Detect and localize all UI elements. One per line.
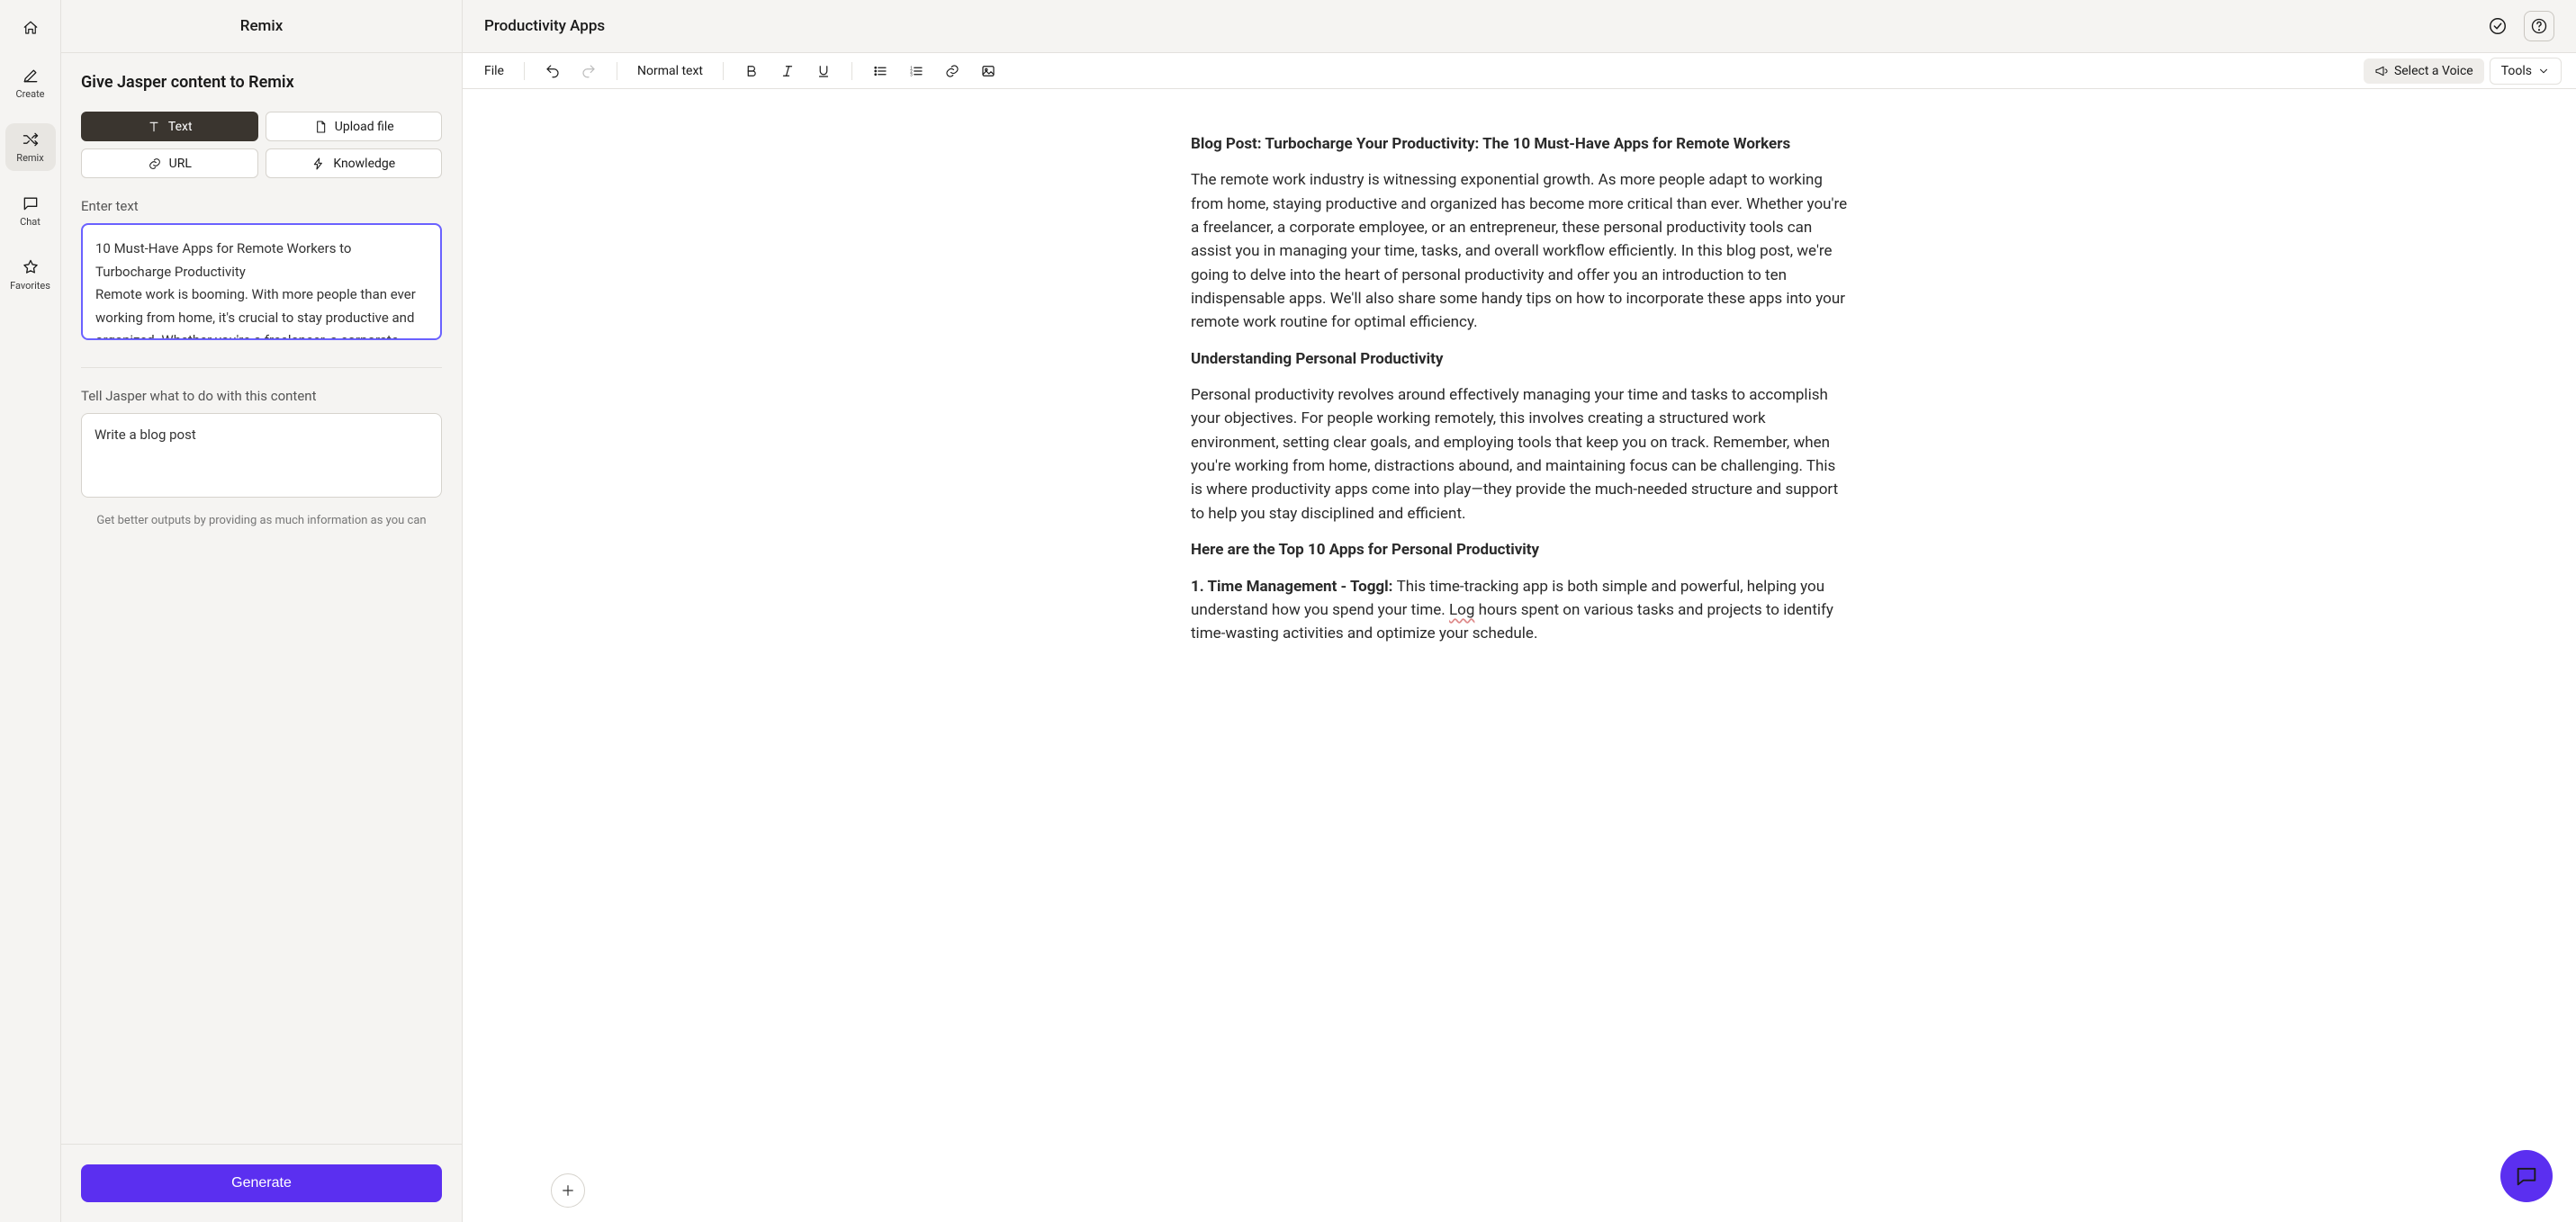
section-heading: Here are the Top 10 Apps for Personal Pr…: [1191, 541, 1539, 559]
icon-sidebar: Create Remix Chat Favorites: [0, 0, 61, 1222]
tools-menu[interactable]: Tools: [2490, 58, 2562, 85]
text-icon: [147, 120, 161, 134]
link-icon: [944, 63, 960, 79]
nav-favorites[interactable]: Favorites: [5, 251, 56, 299]
svg-text:3: 3: [910, 72, 913, 77]
plus-icon: [560, 1182, 576, 1199]
section-heading: Understanding Personal Productivity: [1191, 350, 1443, 368]
redo-button[interactable]: [573, 59, 604, 83]
input-type-upload[interactable]: Upload file: [266, 112, 443, 141]
input-type-url[interactable]: URL: [81, 148, 258, 178]
italic-button[interactable]: [772, 59, 803, 83]
nav-chat-label: Chat: [20, 216, 41, 228]
input-type-knowledge[interactable]: Knowledge: [266, 148, 443, 178]
add-block-button[interactable]: [551, 1173, 585, 1208]
nav-favorites-label: Favorites: [10, 280, 50, 292]
link-icon: [148, 157, 162, 171]
underline-button[interactable]: [808, 59, 839, 83]
nav-remix[interactable]: Remix: [5, 123, 56, 171]
document-title: Productivity Apps: [484, 17, 2482, 35]
text-style-select[interactable]: Normal text: [630, 60, 710, 82]
instruction-label: Tell Jasper what to do with this content: [81, 388, 442, 404]
spellcheck-mark: Log: [1449, 601, 1474, 619]
pencil-icon: [22, 67, 40, 85]
redo-icon: [581, 63, 597, 79]
editor-panel: Productivity Apps File Normal text: [463, 0, 2576, 1222]
editor-toolbar: File Normal text 123 Select a Voice Tool…: [463, 53, 2576, 89]
chevron-down-icon: [2537, 65, 2550, 77]
bold-icon: [743, 63, 760, 79]
underline-icon: [815, 63, 832, 79]
image-icon: [980, 63, 996, 79]
nav-chat[interactable]: Chat: [5, 187, 56, 235]
nav-create[interactable]: Create: [5, 59, 56, 107]
check-button[interactable]: [2482, 11, 2513, 41]
number-list-button[interactable]: 123: [901, 59, 932, 83]
content-textarea[interactable]: [81, 223, 442, 340]
list-item: 1. Time Management - Toggl: This time-tr…: [1191, 575, 1848, 646]
help-button[interactable]: [2524, 11, 2554, 41]
megaphone-icon: [2374, 64, 2389, 78]
chat-fab[interactable]: [2500, 1150, 2553, 1202]
bold-button[interactable]: [736, 59, 767, 83]
input-type-text[interactable]: Text: [81, 112, 258, 141]
link-button[interactable]: [937, 59, 968, 83]
editor-content[interactable]: Blog Post: Turbocharge Your Productivity…: [463, 89, 2576, 1222]
input-type-selector: Text Upload file URL Knowledge: [81, 112, 442, 178]
divider: [81, 367, 442, 368]
generate-button[interactable]: Generate: [81, 1164, 442, 1202]
nav-remix-label: Remix: [16, 152, 43, 164]
file-icon: [313, 120, 328, 134]
hint-text: Get better outputs by providing as much …: [81, 514, 442, 527]
enter-text-label: Enter text: [81, 198, 442, 214]
paragraph: The remote work industry is witnessing e…: [1191, 168, 1848, 334]
undo-button[interactable]: [537, 59, 568, 83]
bolt-icon: [311, 157, 326, 171]
undo-icon: [545, 63, 561, 79]
file-menu[interactable]: File: [477, 60, 511, 82]
help-icon: [2530, 17, 2548, 35]
image-button[interactable]: [973, 59, 1004, 83]
blog-title: Blog Post: Turbocharge Your Productivity…: [1191, 135, 1790, 153]
nav-create-label: Create: [15, 88, 44, 100]
paragraph: Personal productivity revolves around ef…: [1191, 383, 1848, 526]
bullet-list-button[interactable]: [865, 59, 896, 83]
chat-bubble-icon: [2514, 1164, 2539, 1189]
number-list-icon: 123: [908, 63, 924, 79]
home-button[interactable]: [15, 13, 46, 43]
bullet-list-icon: [872, 63, 888, 79]
shuffle-icon: [22, 130, 40, 148]
remix-heading: Give Jasper content to Remix: [81, 73, 442, 92]
check-circle-icon: [2488, 16, 2508, 36]
instruction-textarea[interactable]: [81, 413, 442, 498]
home-icon: [23, 18, 39, 38]
remix-panel: Remix Give Jasper content to Remix Text …: [61, 0, 463, 1222]
chat-icon: [22, 194, 40, 212]
star-icon: [22, 258, 40, 276]
remix-title: Remix: [61, 0, 462, 53]
select-voice-button[interactable]: Select a Voice: [2364, 58, 2484, 84]
italic-icon: [779, 63, 796, 79]
